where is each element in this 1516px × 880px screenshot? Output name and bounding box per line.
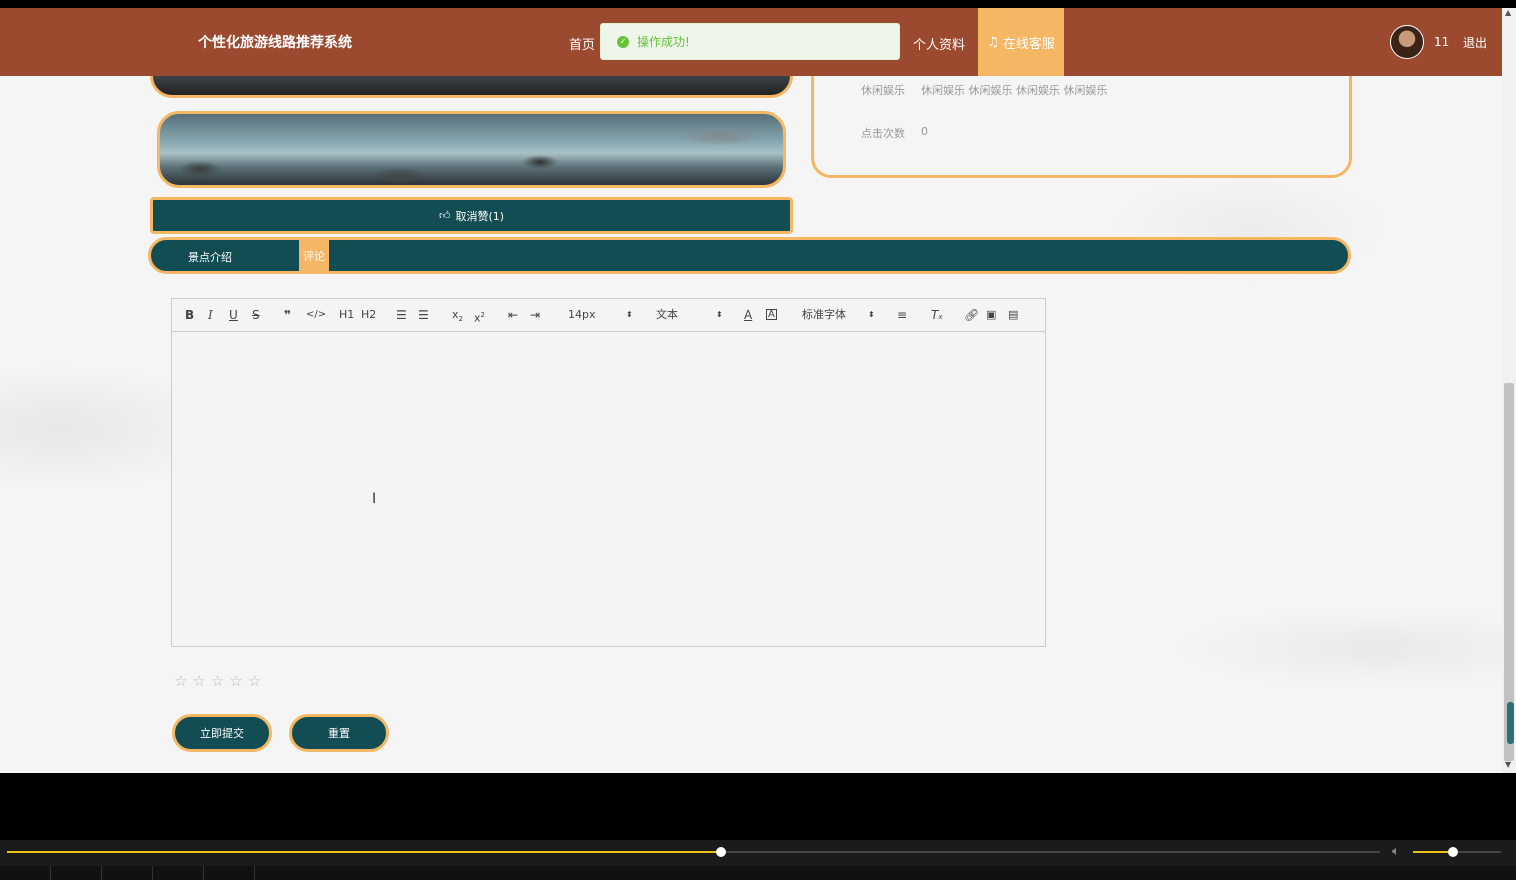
star-icon[interactable]: ☆ bbox=[248, 672, 261, 690]
logout-link[interactable]: 退出 bbox=[1463, 34, 1487, 51]
font-family-select[interactable]: 标准字体 ⬍ bbox=[802, 307, 876, 323]
info-row-clicks: 点击次数 0 bbox=[861, 125, 928, 141]
bell-icon: ♫ bbox=[987, 34, 999, 50]
nav-profile[interactable]: 个人资料 bbox=[913, 34, 965, 53]
taskbar-divider bbox=[50, 866, 51, 880]
reset-button[interactable]: 重置 bbox=[289, 714, 389, 752]
category-label: 休闲娱乐 bbox=[861, 84, 905, 97]
italic-icon[interactable]: I bbox=[208, 307, 213, 323]
scroll-handle-marker bbox=[1507, 702, 1514, 744]
code-block-icon[interactable]: </> bbox=[306, 307, 326, 323]
underline-icon[interactable]: U bbox=[229, 307, 238, 323]
check-circle-icon: ✓ bbox=[617, 35, 629, 48]
username[interactable]: 11 bbox=[1434, 35, 1449, 49]
indent-icon[interactable]: ⇥ bbox=[530, 307, 540, 323]
tab-comment[interactable]: 评论 bbox=[299, 238, 329, 273]
volume-icon[interactable]: 🔈︎ bbox=[1392, 844, 1400, 859]
strike-icon[interactable]: S bbox=[252, 307, 260, 323]
page-viewport: 休闲娱乐 休闲娱乐 休闲娱乐 休闲娱乐 休闲娱乐 点击次数 0 👍︎ 取消赞(1… bbox=[0, 8, 1502, 773]
select-caret-icon: ⬍ bbox=[626, 310, 633, 319]
detail-tabs: 景点介绍 评论 bbox=[148, 237, 1351, 274]
editor-toolbar: B I U S ❞ </> H1 H2 ☰ ☰ x2 x2 ⇤ ⇥ 14px ⬍… bbox=[172, 299, 1045, 332]
ordered-list-icon[interactable]: ☰ bbox=[396, 307, 407, 323]
clicks-value: 0 bbox=[921, 125, 928, 138]
header1-label: H1 bbox=[339, 308, 355, 321]
star-icon[interactable]: ☆ bbox=[229, 672, 242, 690]
header1-icon[interactable]: H1 bbox=[339, 307, 354, 323]
subscript-icon[interactable]: x2 bbox=[452, 307, 463, 323]
scroll-up-icon[interactable]: ▲ bbox=[1505, 8, 1511, 17]
submit-button[interactable]: 立即提交 bbox=[172, 714, 272, 752]
outdent-icon[interactable]: ⇤ bbox=[508, 307, 518, 323]
taskbar-divider bbox=[101, 866, 102, 880]
toast-message: 操作成功! bbox=[637, 35, 690, 49]
video-icon[interactable]: ▤ bbox=[1008, 307, 1018, 323]
align-icon[interactable]: ≡ bbox=[897, 307, 907, 323]
font-size-select[interactable]: 14px ⬍ bbox=[568, 307, 633, 323]
star-icon[interactable]: ☆ bbox=[192, 672, 205, 690]
tab-intro[interactable]: 景点介绍 bbox=[188, 249, 232, 265]
comment-editor: B I U S ❞ </> H1 H2 ☰ ☰ x2 x2 ⇤ ⇥ 14px ⬍… bbox=[171, 298, 1046, 647]
unlike-button[interactable]: 👍︎ 取消赞(1) bbox=[150, 197, 793, 234]
bullet-list-icon[interactable]: ☰ bbox=[418, 307, 429, 323]
font-family-value: 标准字体 bbox=[802, 308, 846, 321]
unlike-label: 取消赞(1) bbox=[455, 209, 505, 223]
font-color-icon[interactable]: A bbox=[744, 307, 752, 323]
nav-home[interactable]: 首页 bbox=[569, 34, 595, 53]
link-icon[interactable]: 🔗︎ bbox=[964, 307, 979, 323]
blockquote-icon[interactable]: ❞ bbox=[284, 307, 291, 323]
rating-stars[interactable]: ☆ ☆ ☆ ☆ ☆ bbox=[174, 672, 261, 690]
nav-service-label: 在线客服 bbox=[1002, 36, 1055, 52]
select-caret-icon: ⬍ bbox=[716, 310, 723, 319]
header2-label: H2 bbox=[361, 308, 377, 321]
font-size-value: 14px bbox=[568, 308, 596, 321]
progress-fill bbox=[7, 851, 721, 853]
progress-knob[interactable] bbox=[716, 847, 726, 857]
volume-knob[interactable] bbox=[1448, 847, 1458, 857]
taskbar bbox=[0, 866, 1516, 880]
select-caret-icon: ⬍ bbox=[868, 310, 875, 319]
clear-format-icon[interactable]: Tx bbox=[931, 307, 943, 323]
image-icon[interactable]: ▣ bbox=[986, 307, 996, 323]
scroll-down-icon[interactable]: ▼ bbox=[1505, 760, 1511, 769]
background-color-icon[interactable]: A bbox=[766, 309, 777, 320]
heading-value: 文本 bbox=[656, 308, 678, 321]
success-toast: ✓ 操作成功! bbox=[600, 23, 900, 60]
heading-select[interactable]: 文本 ⬍ bbox=[656, 307, 723, 323]
taskbar-divider bbox=[152, 866, 153, 880]
taskbar-divider bbox=[203, 866, 204, 880]
header2-icon[interactable]: H2 bbox=[361, 307, 376, 323]
text-cursor-icon: I bbox=[372, 491, 377, 507]
taskbar-divider bbox=[254, 866, 255, 880]
volume-fill bbox=[1413, 851, 1453, 853]
site-title: 个性化旅游线路推荐系统 bbox=[198, 35, 352, 51]
editor-content[interactable] bbox=[172, 332, 1045, 646]
category-value: 休闲娱乐 休闲娱乐 休闲娱乐 休闲娱乐 bbox=[921, 84, 1108, 97]
superscript-icon[interactable]: x2 bbox=[474, 307, 485, 325]
nav-online-service[interactable]: ♫ 在线客服 bbox=[978, 8, 1064, 76]
bold-icon[interactable]: B bbox=[185, 307, 194, 323]
thumbs-up-icon: 👍︎ bbox=[438, 209, 451, 222]
star-icon[interactable]: ☆ bbox=[174, 672, 187, 690]
star-icon[interactable]: ☆ bbox=[211, 672, 224, 690]
scenic-image-2 bbox=[157, 111, 786, 188]
avatar[interactable] bbox=[1390, 25, 1424, 59]
clicks-label: 点击次数 bbox=[861, 127, 905, 140]
info-row-category: 休闲娱乐 休闲娱乐 休闲娱乐 休闲娱乐 休闲娱乐 bbox=[861, 82, 1108, 98]
